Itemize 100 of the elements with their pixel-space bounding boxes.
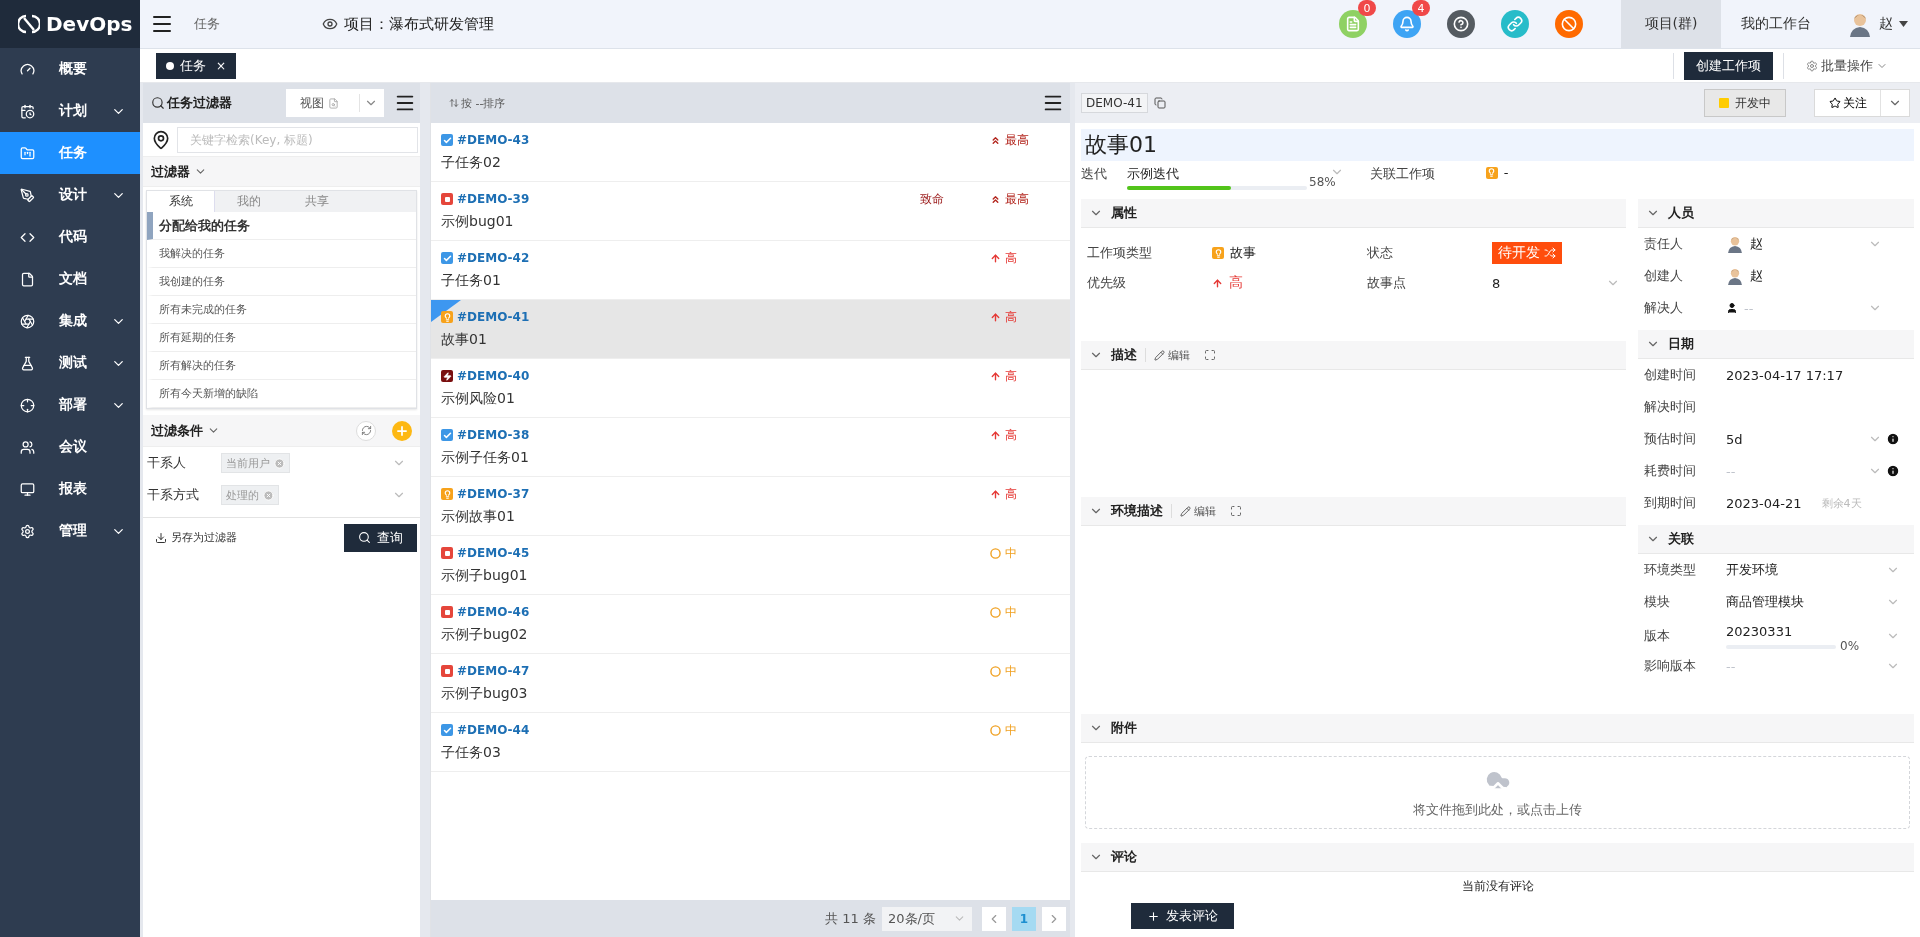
status-button[interactable]: 开发中 — [1704, 89, 1786, 117]
bell-icon[interactable] — [1393, 10, 1421, 38]
comment-button[interactable]: 发表评论 — [1131, 903, 1234, 929]
section-title: 描述 — [1111, 346, 1137, 364]
copy-icon[interactable] — [1153, 97, 1166, 109]
nav-item[interactable]: 概要 — [0, 48, 140, 90]
issue-key: DEMO-41 — [1081, 93, 1148, 113]
nav-item[interactable]: 集成 — [0, 300, 140, 342]
page-size-select[interactable]: 20条/页 — [882, 906, 972, 931]
field-label: 解决人 — [1644, 299, 1684, 317]
filter-item[interactable]: 我创建的任务 — [147, 268, 416, 296]
nav-item[interactable]: 报表 — [0, 468, 140, 510]
status-square-icon — [1719, 98, 1729, 108]
field-label: 故事点 — [1367, 274, 1407, 292]
section-title: 人员 — [1668, 204, 1694, 222]
field-value[interactable]: 8 — [1492, 275, 1600, 291]
users-icon — [20, 439, 35, 455]
priority-label: 中 — [1005, 603, 1017, 621]
next-page-button[interactable] — [1042, 906, 1066, 931]
field-label: 版本 — [1644, 626, 1671, 645]
star-icon — [1828, 97, 1841, 109]
batch-button[interactable]: 批量操作 — [1794, 51, 1900, 80]
count-badge: 4 — [1412, 0, 1430, 16]
refresh-icon[interactable] — [356, 420, 376, 441]
fullscreen-icon[interactable] — [1204, 349, 1216, 361]
crosshair-icon — [20, 397, 35, 413]
query-button[interactable]: 查询 — [344, 523, 417, 552]
field-label: 影响版本 — [1644, 657, 1697, 675]
monitor-icon — [20, 481, 35, 497]
filter-item[interactable]: 我解决的任务 — [147, 240, 416, 268]
edit-button[interactable]: 编辑 — [1154, 347, 1190, 363]
user-name[interactable]: 赵 — [1879, 15, 1893, 33]
severity-label: 致命 — [920, 190, 944, 208]
nav-item[interactable]: 测试 — [0, 342, 140, 384]
field-value[interactable]: 高 — [1229, 274, 1243, 292]
document-icon[interactable] — [1339, 10, 1367, 38]
filter-tab[interactable]: 系统 — [147, 191, 215, 212]
filter-item[interactable]: 所有延期的任务 — [147, 324, 416, 352]
priority-label: 中 — [1005, 662, 1017, 680]
filter-item[interactable]: 所有解决的任务 — [147, 352, 416, 380]
task-title: 子任务01 — [441, 272, 502, 290]
location-pin-icon[interactable] — [151, 129, 171, 150]
previous-page-button[interactable] — [982, 906, 1006, 931]
caret-icon[interactable] — [1899, 21, 1908, 27]
nav-item[interactable]: 计划 — [0, 90, 140, 132]
create-button[interactable]: 创建工作项 — [1684, 51, 1773, 80]
close-button[interactable]: × — [216, 58, 227, 73]
field-value[interactable]: 赵 — [1750, 267, 1763, 285]
nav-item[interactable]: 代码 — [0, 216, 140, 258]
section-title: 过滤器 — [151, 162, 190, 181]
link-icon[interactable] — [1501, 10, 1529, 38]
task-row[interactable]: #DEMO-41 高 故事01 — [431, 300, 1070, 359]
bulb-icon — [1212, 247, 1224, 259]
field-label: 环境类型 — [1644, 561, 1697, 579]
info-icon[interactable] — [1886, 432, 1900, 446]
task-title: 子任务02 — [441, 154, 502, 172]
search-field[interactable]: 关键字检索(Key, 标题) — [177, 126, 418, 153]
nav-tab[interactable]: 项目(群) — [1621, 0, 1721, 48]
field-label: 责任人 — [1644, 235, 1684, 253]
edit-button[interactable]: 编辑 — [1180, 503, 1216, 519]
page-tab[interactable]: 任务 × — [156, 52, 237, 79]
priority-label: 高 — [1005, 308, 1017, 326]
field-value[interactable]: 商品管理模块 — [1726, 593, 1804, 611]
task-title: 子任务03 — [441, 744, 502, 762]
nav-item[interactable]: 设计 — [0, 174, 140, 216]
iteration-value[interactable]: 示例迭代 — [1127, 165, 1307, 183]
sort-button[interactable]: 按 --排序 — [443, 94, 512, 112]
field-value[interactable]: 5d — [1726, 431, 1743, 447]
nav-item[interactable]: 文档 — [0, 258, 140, 300]
section-title: 过滤条件 — [151, 421, 203, 440]
field-value[interactable]: 20230331 — [1726, 624, 1868, 639]
related-value: - — [1503, 165, 1509, 180]
eye-icon — [322, 16, 338, 32]
info-icon[interactable] — [1886, 464, 1900, 478]
section-title: 评论 — [1111, 848, 1137, 866]
field-value[interactable]: 赵 — [1750, 235, 1763, 253]
field-value: 故事 — [1230, 244, 1256, 262]
priority-label: 高 — [1005, 485, 1017, 503]
fullscreen-icon[interactable] — [1230, 505, 1242, 517]
field-label: 创建人 — [1644, 267, 1684, 285]
view-select[interactable]: 视图 — [286, 89, 384, 117]
project-title: 项目：瀑布式研发管理 — [344, 14, 494, 34]
upload-dropzone[interactable]: 将文件拖到此处，或点击上传 — [1085, 756, 1910, 829]
task-key: #DEMO-40 — [457, 369, 530, 383]
filter-item[interactable]: 所有未完成的任务 — [147, 296, 416, 324]
field-value[interactable]: 2023-04-21 — [1726, 495, 1802, 511]
field-value[interactable]: 2023-04-17 17:17 — [1726, 367, 1844, 383]
save-filter-link[interactable]: 另存为过滤器 — [149, 529, 243, 546]
nav-item[interactable]: 部署 — [0, 384, 140, 426]
field-value[interactable]: 开发环境 — [1726, 561, 1778, 579]
help-icon[interactable] — [1447, 10, 1475, 38]
nav-item[interactable]: 管理 — [0, 510, 140, 552]
blocked-icon[interactable] — [1555, 10, 1583, 38]
nav-tab[interactable]: 我的工作台 — [1721, 0, 1831, 48]
task-key: #DEMO-37 — [457, 487, 530, 501]
filter-item[interactable]: 所有今天新增的缺陷 — [147, 380, 416, 408]
nav-item[interactable]: 会议 — [0, 426, 140, 468]
filter-item[interactable]: 分配给我的任务 — [147, 212, 416, 240]
pencil-icon — [1180, 505, 1191, 517]
task-title: 示例子bug02 — [441, 626, 529, 644]
